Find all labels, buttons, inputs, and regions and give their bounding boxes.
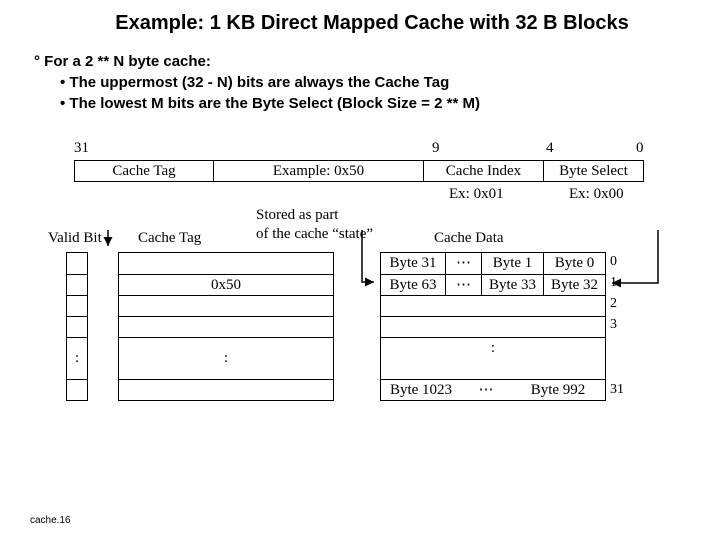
select-example: Ex: 0x00 [569, 186, 624, 203]
cache-data-label: Cache Data [434, 230, 504, 247]
stored-note: Stored as part of the cache “state” [256, 206, 373, 244]
bullet-1: • The uppermost (32 - N) bits are always… [60, 74, 690, 91]
valid-vdots: : [67, 337, 87, 379]
stored-line-1: Stored as part [256, 206, 373, 225]
slide-footer: cache.16 [30, 515, 71, 526]
byte-0: Byte 0 [543, 253, 605, 274]
bit-31-label: 31 [74, 140, 89, 157]
bit-9-label: 9 [432, 140, 440, 157]
slide-title: Example: 1 KB Direct Mapped Cache with 3… [54, 12, 690, 35]
address-bar-section: 31 9 4 0 Cache Tag Example: 0x50 Cache I… [74, 140, 690, 222]
bullet-2: • The lowest M bits are the Byte Select … [60, 95, 690, 112]
rownum-3: 3 [610, 317, 617, 333]
cache-index-field: Cache Index [424, 160, 544, 182]
valid-bit-column: : [66, 252, 88, 401]
bit-0-label: 0 [636, 140, 644, 157]
bit-4-label: 4 [546, 140, 554, 157]
dots-0: ⋯ [445, 253, 481, 274]
byte-32: Byte 32 [543, 275, 605, 295]
cache-tag-example: Example: 0x50 [214, 160, 424, 182]
rownum-0: 0 [610, 254, 617, 270]
cache-tag-field: Cache Tag [74, 160, 214, 182]
byte-992: Byte 992 [511, 380, 605, 400]
cache-tag-label: Cache Tag [138, 230, 201, 247]
stored-line-2: of the cache “state” [256, 225, 373, 244]
byte-1: Byte 1 [481, 253, 543, 274]
dots-1: ⋯ [445, 275, 481, 295]
rownum-2: 2 [610, 296, 617, 312]
byte-63: Byte 63 [381, 275, 445, 295]
byte-1023: Byte 1023 [381, 380, 461, 400]
rownum-31: 31 [610, 382, 624, 398]
byte-select-field: Byte Select [544, 160, 644, 182]
bullet-block: ° For a 2 ** N byte cache: • The uppermo… [34, 53, 690, 112]
bullet-top: ° For a 2 ** N byte cache: [34, 53, 690, 70]
rownum-1: 1 [610, 275, 617, 291]
tag-vdots: : [119, 337, 333, 379]
index-example: Ex: 0x01 [449, 186, 504, 203]
data-vdots: : [381, 338, 605, 379]
byte-31: Byte 31 [381, 253, 445, 274]
tag-row-1: 0x50 [119, 274, 333, 295]
cache-tag-column: 0x50 : [118, 252, 334, 401]
address-bar: Cache Tag Example: 0x50 Cache Index Byte… [74, 160, 644, 182]
cache-data-column: Byte 31 ⋯ Byte 1 Byte 0 Byte 63 ⋯ Byte 3… [380, 252, 606, 401]
byte-33: Byte 33 [481, 275, 543, 295]
valid-bit-label: Valid Bit [48, 230, 102, 247]
dots-last: ⋯ [461, 380, 511, 400]
